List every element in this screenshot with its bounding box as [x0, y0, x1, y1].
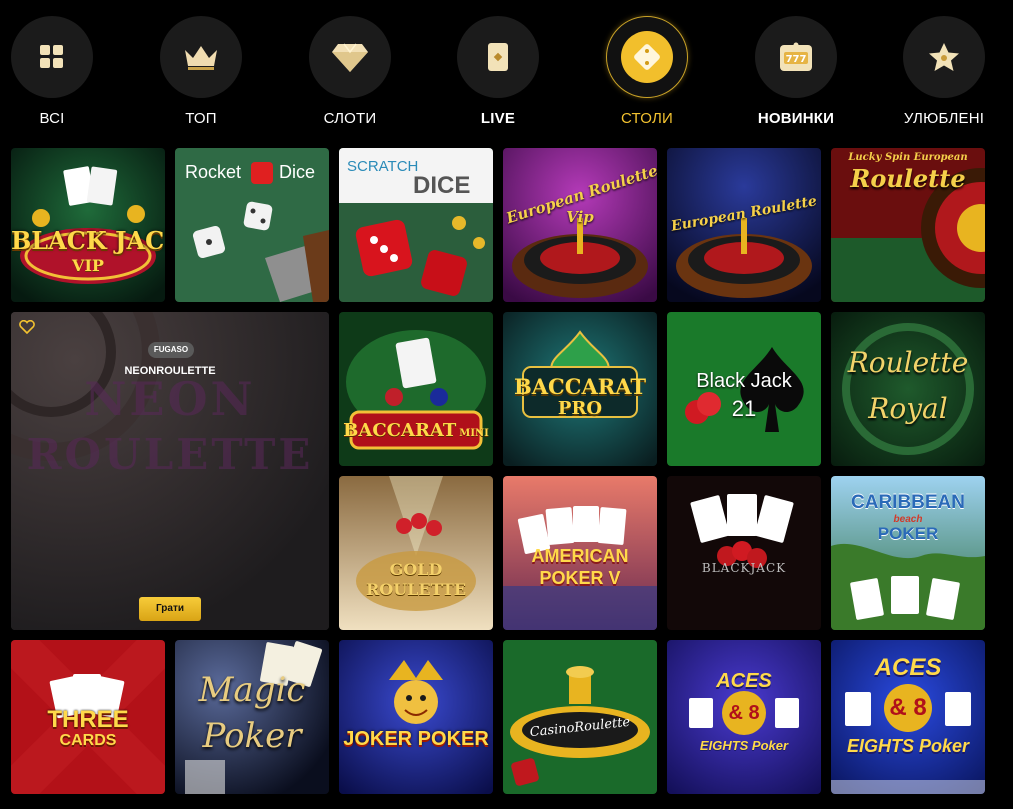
game-title: Lucky Spin European: [848, 152, 968, 163]
game-tile-gold-roulette[interactable]: GOLD ROULETTE: [339, 476, 493, 630]
game-subtitle: POKER: [877, 524, 939, 543]
star-icon: [929, 43, 959, 71]
game-subtitle: EIGHTS Poker: [846, 736, 970, 756]
featured-game-tile[interactable]: NEON ROULETTE FUGASO NEONROULETTE Грати: [11, 312, 329, 630]
category-favorites[interactable]: УЛЮБЛЕНІ: [899, 16, 989, 127]
game-title: Magic: [198, 670, 306, 710]
category-label: УЛЮБЛЕНІ: [903, 110, 985, 127]
game-subtitle: POKER V: [539, 568, 621, 588]
game-title: BACCARAT MINI: [343, 420, 489, 441]
play-button[interactable]: Грати: [139, 597, 201, 621]
favorite-button[interactable]: [19, 319, 35, 339]
crown-icon: [185, 46, 217, 70]
category-new[interactable]: 777 НОВИНКИ: [751, 16, 841, 127]
game-subtitle: DICE: [413, 172, 471, 199]
tile-art: [11, 148, 165, 302]
game-subtitle: EIGHTS Poker: [699, 738, 789, 753]
game-tile-baccarat-mini[interactable]: BACCARAT MINI: [339, 312, 493, 466]
game-subtitle: VIP: [72, 256, 104, 275]
featured-game-name: NEONROULETTE: [124, 365, 216, 377]
provider-badge: FUGASO: [148, 342, 194, 358]
category-label: СТОЛИ: [621, 110, 673, 127]
category-live[interactable]: LIVE: [453, 16, 543, 127]
tile-art: [667, 476, 821, 630]
game-title: ACES: [716, 670, 772, 692]
game-tile-european-roulette[interactable]: European Roulette: [667, 148, 821, 302]
game-subtitle: 21: [731, 396, 757, 421]
heart-icon: [19, 319, 35, 335]
featured-art-text: ROULETTE: [26, 430, 314, 479]
svg-text:777: 777: [786, 54, 807, 65]
game-title: GOLD: [389, 560, 443, 579]
game-tile-european-roulette-vip[interactable]: European Roulette Vip: [503, 148, 657, 302]
game-subtitle: Dice: [279, 162, 316, 182]
game-title: THREE: [47, 706, 129, 733]
game-tile-baccarat-pro[interactable]: BACCARAT PRO: [503, 312, 657, 466]
game-tile-black-jack-21[interactable]: Black Jack 21: [667, 312, 821, 466]
category-tables[interactable]: СТОЛИ: [602, 16, 692, 127]
game-subtitle: & 8: [889, 694, 927, 721]
game-tile-aces-eights-1[interactable]: ACES & 8 EIGHTS Poker: [667, 640, 821, 794]
game-subtitle: PRO: [557, 398, 603, 419]
game-subtitle: Royal: [868, 392, 948, 425]
category-label: НОВИНКИ: [757, 110, 835, 127]
category-slots[interactable]: СЛОТИ: [305, 16, 395, 127]
game-subtitle: Roulette: [850, 164, 966, 193]
category-label: СЛОТИ: [323, 110, 377, 127]
grid-icon: [40, 45, 63, 68]
card-icon: [488, 43, 508, 71]
game-tile-scratch-dice[interactable]: SCRATCH DICE: [339, 148, 493, 302]
dice-icon: [621, 31, 673, 83]
game-tile-joker-poker[interactable]: JOKER POKER: [339, 640, 493, 794]
category-all[interactable]: ВСІ: [7, 16, 97, 127]
game-tile-roulette-royal[interactable]: Roulette Royal: [831, 312, 985, 466]
game-tile-casino-roulette[interactable]: CasinoRoulette: [503, 640, 657, 794]
game-title: BLACKJACK: [701, 561, 787, 575]
tile-art: [339, 312, 493, 466]
game-title: BLACK JACK: [11, 226, 165, 255]
game-title: BACCARAT: [514, 374, 646, 399]
slot-777-icon: 777: [780, 42, 812, 71]
game-tile-aces-eights-2[interactable]: ACES & 8 EIGHTS Poker: [831, 640, 985, 794]
category-top[interactable]: ТОП: [156, 16, 246, 127]
tile-art: [339, 640, 493, 794]
game-subtitle: & 8: [728, 702, 760, 724]
game-subtitle: CARDS: [59, 732, 117, 749]
game-title: Black Jack: [696, 370, 792, 392]
game-tile-blackjack-cards[interactable]: BLACKJACK: [667, 476, 821, 630]
game-subtitle: Vip: [566, 208, 594, 226]
tile-art: [339, 476, 493, 630]
tile-art: [831, 312, 985, 466]
featured-art-text: NEON: [84, 372, 256, 426]
game-tile-blackjack-vip[interactable]: BLACK JACK VIP: [11, 148, 165, 302]
game-tile-american-poker-v[interactable]: AMERICAN POKER V: [503, 476, 657, 630]
diamond-icon: [332, 43, 368, 72]
game-subtitle: Poker: [202, 716, 302, 756]
category-label: ВСІ: [39, 110, 65, 127]
game-title: ACES: [874, 654, 942, 681]
game-title: CARIBBEAN: [851, 492, 965, 513]
game-tile-caribbean-beach-poker[interactable]: CARIBBEAN beach POKER: [831, 476, 985, 630]
category-nav: ВСІ ТОП СЛОТИ LIVE СТОЛИ 777 НОВИНКИ УЛЮ…: [0, 0, 1013, 140]
game-tile-lucky-spin-roulette[interactable]: Lucky Spin European Roulette: [831, 148, 985, 302]
game-title: JOKER POKER: [343, 728, 489, 750]
category-label: ТОП: [185, 110, 217, 127]
game-tile-rocket-dice[interactable]: Rocket Dice: [175, 148, 329, 302]
game-tile-magic-poker[interactable]: Magic Poker: [175, 640, 329, 794]
game-tile-three-cards[interactable]: THREE CARDS: [11, 640, 165, 794]
game-title: Roulette: [847, 346, 969, 379]
game-title: AMERICAN: [531, 546, 629, 566]
game-subtitle: ROULETTE: [365, 580, 467, 599]
category-label: LIVE: [480, 110, 516, 127]
